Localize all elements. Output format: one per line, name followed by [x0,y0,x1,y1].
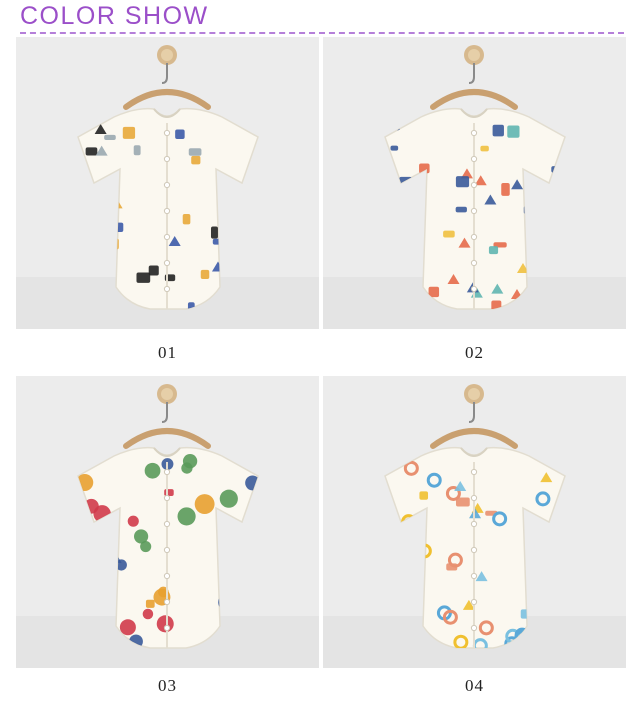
letter-print-romper-image [323,376,626,668]
page-title: COLOR SHOW [20,2,209,30]
product-card-1[interactable] [16,37,319,329]
product-card-4[interactable] [323,376,626,668]
product-label-2: 02 [465,343,484,362]
product-label-1: 01 [158,343,177,362]
header-divider [20,32,624,34]
dinosaur-print-romper-image [16,37,319,329]
product-card-2[interactable] [323,37,626,329]
forest-print-romper-image [323,37,626,329]
fruit-print-romper-image [16,376,319,668]
product-card-3[interactable] [16,376,319,668]
product-label-3: 03 [158,676,177,695]
product-label-4: 04 [465,676,484,695]
